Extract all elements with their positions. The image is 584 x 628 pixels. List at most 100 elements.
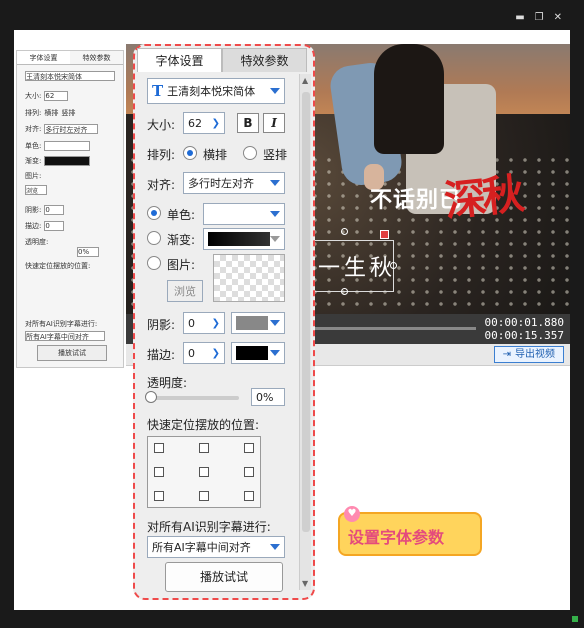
browse-button[interactable]: 浏览 (167, 280, 203, 302)
play-test-button[interactable]: 播放试试 (165, 562, 283, 592)
solid-color-picker[interactable] (203, 203, 285, 225)
pos-mid-right[interactable] (244, 467, 254, 477)
badge-text: 设置字体参数 (348, 528, 445, 547)
caption-line-3[interactable]: 一生秋 (318, 250, 396, 282)
shadow-value: 0 (188, 316, 195, 330)
opacity-slider[interactable] (145, 391, 239, 403)
shadow-label: 阴影: (147, 318, 176, 332)
shadow-color-picker[interactable] (231, 312, 285, 334)
scroll-thumb[interactable] (302, 92, 310, 532)
close-icon[interactable]: ✕ (554, 12, 562, 23)
solid-color-radio[interactable] (147, 206, 161, 220)
pos-bottom-right[interactable] (244, 491, 254, 501)
current-time: 00:00:01.880 (484, 316, 564, 329)
mini-browse-button[interactable]: 浏览 (25, 185, 47, 195)
chevron-down-icon (270, 211, 280, 217)
rotate-handle[interactable] (380, 230, 389, 239)
font-family-value: 王清刻本悦宋简体 (167, 85, 256, 98)
image-radio[interactable] (147, 256, 161, 270)
mini-solid-color[interactable] (44, 141, 91, 151)
gradient-radio[interactable] (147, 231, 161, 245)
font-family-select[interactable]: T 王清刻本悦宋简体 (147, 78, 285, 104)
pos-top-right[interactable] (244, 443, 254, 453)
chevron-down-icon (270, 180, 280, 186)
vertical-radio[interactable] (243, 146, 257, 160)
solid-color-label: 单色: (167, 208, 196, 222)
mini-font-select[interactable]: 王清刻本悦宋简体 (25, 71, 115, 81)
size-input[interactable]: 62 ❯ (183, 112, 225, 134)
ai-subtitle-value: 所有AI字幕中间对齐 (152, 541, 251, 554)
tab-effect-params[interactable]: 特效参数 (222, 48, 307, 72)
pos-bottom-left[interactable] (154, 491, 164, 501)
ai-subtitle-select[interactable]: 所有AI字幕中间对齐 (147, 536, 285, 558)
mini-shadow-input[interactable]: 0 (44, 205, 65, 215)
outline-color-picker[interactable] (231, 342, 285, 364)
chevron-right-icon: ❯ (211, 117, 220, 129)
pos-top-center[interactable] (199, 443, 209, 453)
pos-mid-left[interactable] (154, 467, 164, 477)
ai-subtitle-label: 对所有AI识别字幕进行: (147, 520, 271, 534)
font-type-icon: T (152, 82, 164, 100)
restore-icon[interactable]: ❐ (535, 12, 544, 23)
vertical-label: 竖排 (263, 148, 288, 162)
mini-tab-effects[interactable]: 特效参数 (70, 51, 123, 64)
mini-ai-select[interactable]: 所有AI字幕中间对齐 (25, 331, 105, 341)
gradient-picker[interactable] (203, 228, 285, 250)
scroll-down-icon[interactable]: ▼ (302, 579, 308, 588)
mini-vertical[interactable]: 竖排 (61, 108, 75, 118)
settings-badge: ♥ 设置字体参数 (338, 506, 482, 556)
export-label: 导出视频 (515, 349, 555, 360)
size-label: 大小: (147, 118, 176, 132)
align-select[interactable]: 多行时左对齐 (183, 172, 285, 194)
caption-line-2[interactable]: 深秋 (441, 160, 523, 229)
resize-handle-right[interactable] (390, 262, 397, 269)
resize-handle-top[interactable] (341, 228, 348, 235)
scroll-up-icon[interactable]: ▲ (302, 76, 308, 85)
italic-button[interactable]: I (263, 113, 285, 133)
outline-input[interactable]: 0 ❯ (183, 342, 225, 364)
mini-gradient-label: 渐变: (25, 157, 42, 165)
magnified-subtitle-panel: 字体设置 特效参数 ▲ ▼ T 王清刻本悦宋简体 大小: 62 ❯ B I 排列… (133, 44, 315, 600)
bold-button[interactable]: B (237, 113, 259, 133)
mini-size-input[interactable]: 62 (44, 91, 69, 101)
mini-opacity-input[interactable]: 0% (77, 247, 99, 257)
shadow-input[interactable]: 0 ❯ (183, 312, 225, 334)
pos-top-left[interactable] (154, 443, 164, 453)
horizontal-radio[interactable] (183, 146, 197, 160)
export-icon: ⇥ (502, 349, 511, 360)
chevron-down-icon (270, 544, 280, 550)
window-controls: ▬ ❐ ✕ (515, 12, 562, 23)
mini-size-label: 大小: (25, 92, 42, 100)
horizontal-label: 横排 (203, 148, 228, 162)
mini-play-button[interactable]: 播放试试 (37, 345, 107, 361)
pos-bottom-center[interactable] (199, 491, 209, 501)
mini-image-label: 图片: (25, 172, 42, 180)
gradient-label: 渐变: (167, 233, 196, 247)
mini-horizontal[interactable]: 横排 (44, 108, 58, 118)
total-time: 00:00:15.357 (484, 329, 564, 342)
panel-scrollbar[interactable]: ▲ ▼ (299, 74, 311, 590)
size-value: 62 (188, 116, 202, 130)
mini-solid-label: 单色: (25, 142, 42, 150)
chevron-right-icon: ❯ (211, 317, 220, 329)
outline-value: 0 (188, 346, 195, 360)
mini-outline-input[interactable]: 0 (44, 221, 65, 231)
opacity-slider-thumb[interactable] (145, 391, 157, 403)
export-video-button[interactable]: ⇥ 导出视频 (493, 346, 564, 363)
opacity-input[interactable]: 0% (251, 388, 285, 406)
bottom-strip (0, 610, 584, 628)
minimize-icon[interactable]: ▬ (515, 12, 524, 23)
mini-align-select[interactable]: 多行时左对齐 (44, 124, 99, 134)
mini-gradient-color[interactable] (44, 156, 91, 166)
pos-mid-center[interactable] (199, 467, 209, 477)
resize-handle-bottom[interactable] (341, 288, 348, 295)
align-value: 多行时左对齐 (188, 177, 254, 190)
hair (374, 44, 444, 154)
heart-icon: ♥ (344, 506, 360, 522)
align-label: 对齐: (147, 178, 176, 192)
mini-tab-font[interactable]: 字体设置 (17, 51, 70, 64)
chevron-down-icon (270, 320, 280, 326)
position-label: 快速定位摆放的位置: (147, 418, 260, 432)
outline-label: 描边: (147, 348, 176, 362)
tab-font-settings[interactable]: 字体设置 (137, 48, 222, 72)
